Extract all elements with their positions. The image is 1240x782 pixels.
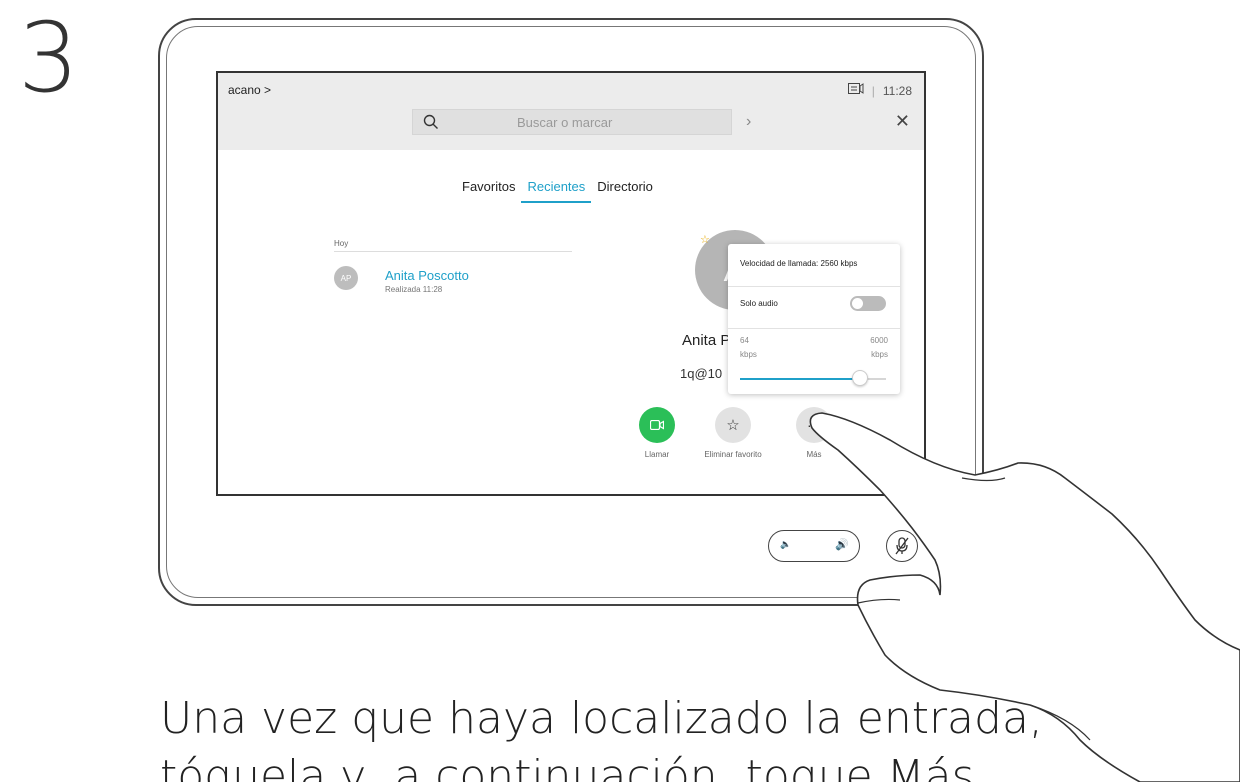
slider-fill	[740, 378, 860, 380]
search-placeholder: Buscar o marcar	[517, 115, 613, 130]
call-button[interactable]	[639, 407, 675, 443]
slider-min-unit: kbps	[740, 350, 757, 359]
tab-favoritos[interactable]: Favoritos	[456, 179, 521, 203]
tab-directorio[interactable]: Directorio	[591, 179, 659, 203]
contact-detail-address: 1q@10	[680, 366, 723, 381]
video-camera-icon	[650, 420, 664, 430]
search-input[interactable]: Buscar o marcar	[412, 109, 732, 135]
microphone-muted-icon	[895, 537, 909, 555]
audio-only-toggle[interactable]	[850, 296, 886, 311]
clock: 11:28	[882, 83, 912, 98]
screen-share-icon[interactable]	[847, 83, 864, 98]
slider-max-unit: kbps	[871, 350, 888, 359]
touch-screen: acano > | 11:28 Buscar o marcar › ✕ Favo…	[216, 71, 926, 496]
slider-min-value: 64	[740, 336, 749, 345]
slider-handle[interactable]	[851, 370, 868, 386]
divider	[728, 328, 900, 329]
call-detail: Realizada 11:28	[385, 285, 443, 294]
call-rate-title: Velocidad de llamada: 2560 kbps	[740, 259, 858, 268]
remove-favorite-button[interactable]: ☆	[715, 407, 751, 443]
call-label: Llamar	[644, 450, 670, 459]
divider	[334, 251, 572, 252]
close-icon[interactable]: ✕	[895, 111, 910, 132]
avatar: AP	[334, 266, 358, 290]
section-header: Hoy	[334, 239, 349, 248]
separator: |	[871, 83, 875, 98]
mute-button[interactable]	[886, 530, 918, 562]
remove-favorite-label: Eliminar favorito	[704, 450, 762, 459]
more-icon: ···	[807, 417, 821, 433]
instruction-caption: Una vez que haya localizado la entrada, …	[160, 690, 1043, 782]
caption-line-2: tóquela y, a continuación, toque Más.	[160, 751, 989, 782]
more-label: Más	[806, 450, 822, 459]
tab-bar: Favoritos Recientes Directorio	[456, 179, 659, 203]
top-bar: acano > | 11:28 Buscar o marcar › ✕	[218, 73, 924, 150]
divider	[728, 286, 900, 287]
status-area: | 11:28	[847, 83, 912, 98]
call-rate-popover: Velocidad de llamada: 2560 kbps Solo aud…	[728, 244, 900, 394]
caption-line-1: Una vez que haya localizado la entrada,	[160, 693, 1043, 744]
more-button[interactable]: ···	[796, 407, 832, 443]
search-icon	[423, 114, 439, 130]
star-icon: ☆	[726, 417, 740, 434]
tab-recientes[interactable]: Recientes	[521, 179, 592, 203]
favorite-star-icon: ☆	[700, 234, 710, 246]
audio-only-label: Solo audio	[740, 299, 778, 308]
volume-down-icon[interactable]: 🔈	[780, 539, 791, 550]
breadcrumb[interactable]: acano >	[228, 83, 271, 97]
chevron-right-icon[interactable]: ›	[746, 113, 751, 131]
contact-detail-name: Anita P	[682, 332, 731, 349]
toggle-knob	[852, 298, 863, 309]
volume-control[interactable]: 🔈 🔊	[768, 530, 860, 562]
slider-max-value: 6000	[870, 336, 888, 345]
contact-name[interactable]: Anita Poscotto	[385, 268, 469, 283]
volume-up-icon[interactable]: 🔊	[835, 538, 849, 551]
step-number: 3	[18, 2, 80, 114]
